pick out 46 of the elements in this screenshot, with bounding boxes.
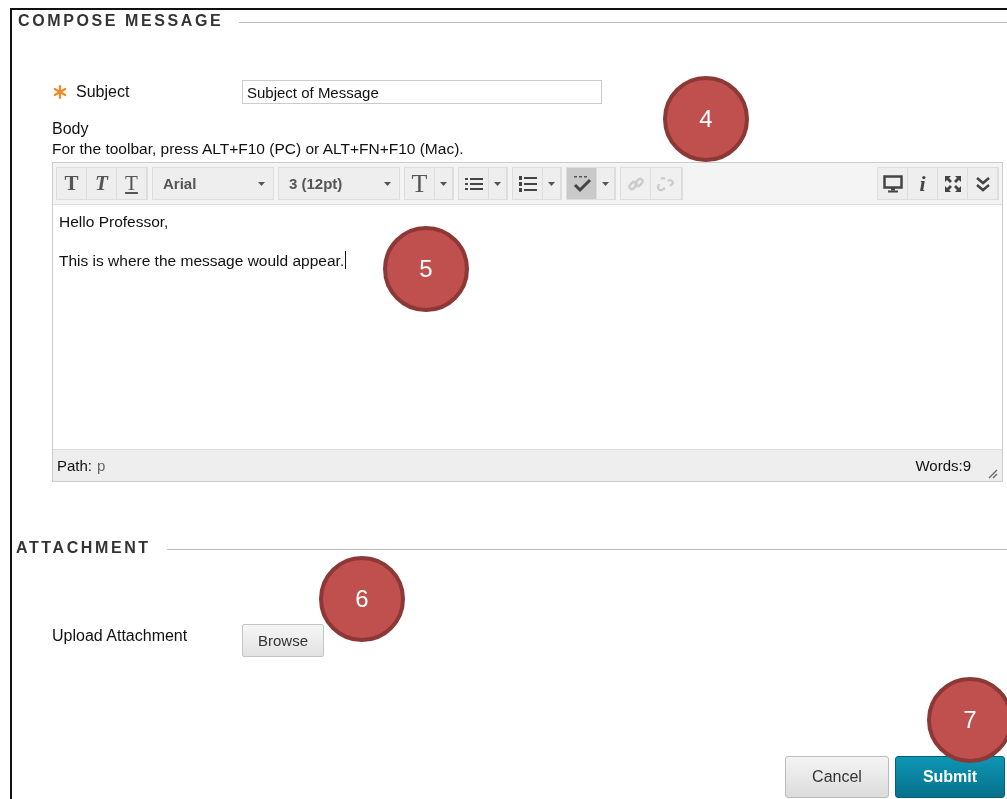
double-chevron-icon: [974, 175, 991, 192]
caret-icon: [384, 181, 391, 186]
spellcheck-icon: [571, 174, 592, 193]
section-heading: ATTACHMENT: [16, 539, 151, 557]
caret-icon: [258, 181, 265, 186]
info-button[interactable]: i: [908, 168, 938, 199]
expand-icon: [943, 174, 962, 193]
monitor-icon: [882, 174, 903, 193]
field-label: Body: [52, 120, 90, 138]
dropdown[interactable]: 3 (12pt): [279, 168, 399, 199]
underline-button[interactable]: T: [117, 168, 147, 199]
caret-icon: [494, 181, 501, 186]
bold-button[interactable]: T: [57, 168, 87, 199]
step-callout-overlay: 7: [927, 677, 1007, 763]
unlink-icon: [655, 174, 677, 193]
dropdown-arrow-button[interactable]: [435, 168, 453, 199]
dropdown[interactable]: Arial: [153, 168, 273, 199]
field-label: Upload Attachment: [52, 626, 189, 645]
spellcheck-button[interactable]: [567, 168, 597, 199]
bullet-list-icon: [464, 176, 483, 191]
message-text: This is where the message would appear.: [59, 251, 347, 270]
bullets-button[interactable]: [459, 168, 489, 199]
word-count: Words:9: [915, 457, 971, 474]
italic-button[interactable]: T: [87, 168, 117, 199]
toolbar-hint: For the toolbar, press ALT+F10 (PC) or ALT+FN+F10 (Mac).: [52, 140, 465, 158]
preview-button[interactable]: [878, 168, 908, 199]
path-value: p: [97, 457, 106, 474]
text-color-button[interactable]: T: [405, 168, 435, 199]
caret-icon: [548, 181, 555, 186]
more-button[interactable]: [968, 168, 998, 199]
numbers-button[interactable]: [513, 168, 543, 199]
fullscreen-button[interactable]: [938, 168, 968, 199]
path-label: Path:: [57, 457, 93, 474]
caret-icon: [602, 181, 609, 186]
resize-grip-icon[interactable]: [986, 467, 998, 479]
browse-button[interactable]: Browse: [242, 624, 325, 657]
cancel-button[interactable]: Cancel: [785, 756, 889, 798]
caret-icon: [440, 181, 447, 186]
section-heading: COMPOSE MESSAGE: [18, 12, 224, 30]
subject-field[interactable]: Subject of Message: [242, 80, 602, 104]
numbered-list-icon: [518, 175, 537, 192]
dropdown-arrow-button[interactable]: [597, 168, 615, 199]
step-callout-overlay: 4: [663, 76, 749, 162]
step-callout-overlay: 6: [319, 556, 405, 642]
field-label: Subject: [76, 83, 130, 101]
message-text: Hello Professor,: [59, 213, 169, 231]
